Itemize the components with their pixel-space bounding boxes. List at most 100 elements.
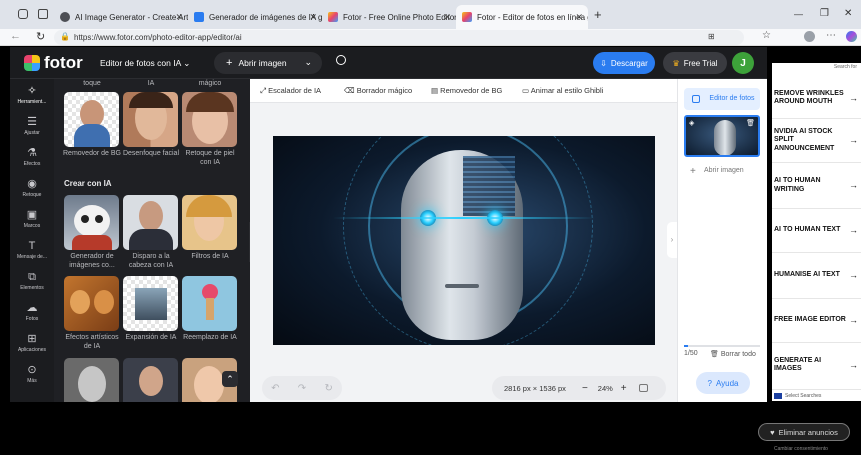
tool-tile-ai-headshot[interactable] — [123, 195, 178, 250]
ad-link[interactable]: NVIDIA AI STOCK SPLIT ANNOUNCEMENT → — [772, 119, 861, 163]
tab-fotor-free-editor[interactable]: Fotor - Free Online Photo Editor ✕ — [322, 5, 456, 29]
tool-bg-remover[interactable]: ▤ Removedor de BG — [431, 86, 502, 95]
tool-label: Generador de imágenes co... — [69, 253, 115, 269]
refresh-icon[interactable]: ↻ — [36, 30, 45, 43]
zoom-in-button[interactable]: + — [621, 383, 627, 394]
chevron-down-icon: ⌄ — [304, 57, 312, 67]
rail-item-tools[interactable]: ✧ Herramient... — [10, 85, 54, 105]
favorites-icon[interactable]: ☆ — [762, 30, 771, 41]
page-scrollbar[interactable] — [684, 345, 760, 347]
tool-tile-skin-retouch[interactable] — [182, 92, 237, 147]
tool-label: Borrador mágico — [356, 86, 413, 95]
rail-item-text[interactable]: T Mensaje de... — [10, 240, 54, 260]
tab-fotor-editor-active[interactable]: Fotor - Editor de fotos en línea gr... ✕ — [456, 5, 588, 29]
rail-item-more[interactable]: ⊙ Más — [10, 364, 54, 384]
rail-item-elements[interactable]: ⧉ Elementos — [10, 271, 54, 291]
remove-ads-button[interactable]: ♥ Eliminar anuncios — [758, 423, 850, 441]
extensions-icon[interactable]: ⊞ — [708, 32, 715, 41]
tool-label: Retoque de piel con IA — [185, 150, 235, 166]
tab-close-icon[interactable]: ✕ — [443, 12, 451, 23]
rail-item-frames[interactable]: ▣ Marcos — [10, 209, 54, 229]
ad-link[interactable]: HUMANISE AI TEXT → — [772, 253, 861, 299]
new-tab-button[interactable]: + — [594, 7, 602, 22]
tool-ai-upscaler[interactable]: ⤢ Escalador de IA — [260, 86, 321, 96]
tool-ghibli-animate[interactable]: ▭ Animar al estilo Ghibli — [522, 86, 603, 95]
tool-tile-ai-filters[interactable] — [182, 195, 237, 250]
workspaces-icon[interactable] — [18, 9, 28, 19]
ad-link[interactable]: AI TO HUMAN WRITING → — [772, 163, 861, 209]
zoom-out-button[interactable]: − — [582, 383, 588, 394]
rail-item-retouch[interactable]: ◉ Retoque — [10, 178, 54, 198]
editor-menu-button[interactable]: Editor de fotos con IA ⌄ — [100, 58, 190, 69]
editor-menu-label: Editor de fotos con IA — [100, 58, 181, 68]
editor-tab[interactable]: Editor de fotos — [684, 88, 760, 110]
download-icon: ⇩ — [600, 58, 607, 68]
ad-link[interactable]: GENERATE AI IMAGES → — [772, 343, 861, 387]
tab-close-icon[interactable]: ✕ — [175, 12, 183, 23]
avatar-initial: J — [740, 57, 746, 69]
zoom-level[interactable]: 24% — [598, 384, 613, 393]
back-icon[interactable]: ← — [10, 30, 21, 42]
copilot-icon[interactable] — [846, 31, 857, 42]
tool-tile-ai-image-generator[interactable] — [64, 195, 119, 250]
delete-all-button[interactable]: 🗑 Borrar todo — [710, 350, 756, 358]
tool-tile[interactable] — [64, 358, 119, 402]
rail-item-effects[interactable]: ⚗ Efectos — [10, 147, 54, 167]
restore-button[interactable]: ❐ — [820, 8, 829, 19]
trash-icon[interactable]: 🗑 — [746, 119, 755, 127]
tool-tile-ai-art-effects[interactable] — [64, 276, 119, 331]
undo-icon[interactable]: ↶ — [271, 383, 279, 394]
free-trial-button[interactable]: ♛ Free Trial — [663, 52, 727, 74]
flask-icon: ⚗ — [27, 147, 37, 159]
scroll-up-button[interactable]: ⌃ — [222, 371, 238, 387]
canvas-image[interactable] — [273, 136, 655, 345]
page-thumbnail[interactable]: ◈ 🗑 — [684, 115, 760, 157]
tool-tile-ai-replace[interactable] — [182, 276, 237, 331]
minimize-button[interactable]: — — [794, 9, 803, 19]
tab-generador-imagenes[interactable]: Generador de imágenes de IA gr... ✕ — [188, 5, 322, 29]
fotor-logo-icon[interactable] — [24, 55, 40, 71]
upscale-icon: ⤢ — [260, 86, 269, 95]
layers-icon[interactable]: ◈ — [689, 119, 694, 127]
close-window-button[interactable]: ✕ — [844, 8, 852, 19]
tool-label: Filtros de IA — [191, 253, 229, 260]
tool-magic-eraser[interactable]: ⌫ Borrador mágico — [344, 86, 412, 95]
open-image-button[interactable]: + Abrir imagen ⌄ — [214, 52, 322, 74]
rail-item-photos[interactable]: ☁ Fotos — [10, 302, 54, 322]
page-scroll-thumb[interactable] — [684, 345, 688, 347]
url-field[interactable]: 🔒 https://www.fotor.com/photo-editor-app… — [54, 30, 744, 45]
profile-icon[interactable] — [804, 31, 815, 42]
avatar[interactable]: J — [732, 52, 754, 74]
expand-pages-button[interactable]: › — [667, 222, 677, 258]
ad-link[interactable]: FREE IMAGE EDITOR → — [772, 299, 861, 343]
tab-title: Fotor - Free Online Photo Editor — [343, 12, 456, 22]
tab-close-icon[interactable]: ✕ — [309, 12, 317, 23]
arrow-right-icon: → — [849, 135, 858, 146]
tool-tile[interactable] — [123, 358, 178, 402]
ad-link[interactable]: REMOVE WRINKLES AROUND MOUTH → — [772, 78, 861, 119]
download-button[interactable]: ⇩ Descargar — [593, 52, 655, 74]
search-icon[interactable] — [336, 55, 346, 65]
tool-tile-ai-expand[interactable] — [123, 276, 178, 331]
help-button[interactable]: ? Ayuda — [696, 372, 750, 394]
rail-label: Marcos — [23, 223, 41, 229]
ad-footer: Select Searches — [772, 389, 861, 401]
more-options-icon[interactable]: ⋯ — [826, 30, 836, 41]
tools-panel: toque IA mágico Removedor de BG Desenfoq… — [54, 79, 250, 402]
redo-icon[interactable]: ↷ — [298, 383, 306, 394]
tab-actions-icon[interactable] — [38, 9, 48, 19]
ad-link[interactable]: AI TO HUMAN TEXT → — [772, 209, 861, 253]
bg-remove-icon: ▤ — [431, 86, 441, 95]
rail-item-adjust[interactable]: ☰ Ajustar — [10, 116, 54, 136]
change-consent-link[interactable]: Cambiar consentimiento — [774, 446, 828, 452]
compare-icon[interactable] — [638, 384, 648, 392]
tool-tile-face-blur[interactable] — [123, 92, 178, 147]
add-image-button[interactable]: + Abrir imagen — [684, 163, 760, 179]
tool-tile-bg-remover[interactable] — [64, 92, 119, 147]
tab-ai-image-generator[interactable]: AI Image Generator - Create Art... ✕ — [54, 5, 188, 29]
rail-item-apps[interactable]: ⊞ Aplicaciones — [10, 333, 54, 353]
browser-tab-bar: AI Image Generator - Create Art... ✕ Gen… — [0, 0, 861, 29]
fotor-logo-text[interactable]: fotor — [44, 53, 83, 73]
tab-close-icon[interactable]: ✕ — [575, 12, 583, 23]
reset-icon[interactable]: ↻ — [324, 383, 332, 394]
